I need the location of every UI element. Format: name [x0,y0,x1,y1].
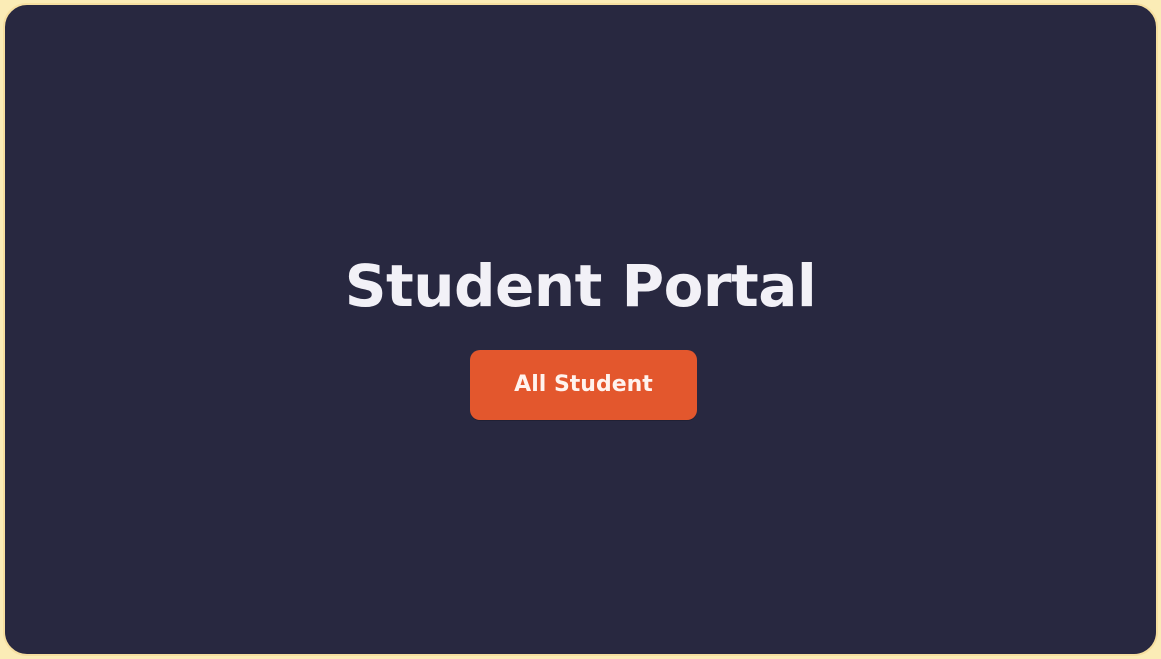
portal-content: Student Portal All Student [5,5,1156,654]
portal-card: Student Portal All Student [3,3,1158,656]
page-title: Student Portal [344,252,817,320]
all-student-button[interactable]: All Student [470,350,697,420]
